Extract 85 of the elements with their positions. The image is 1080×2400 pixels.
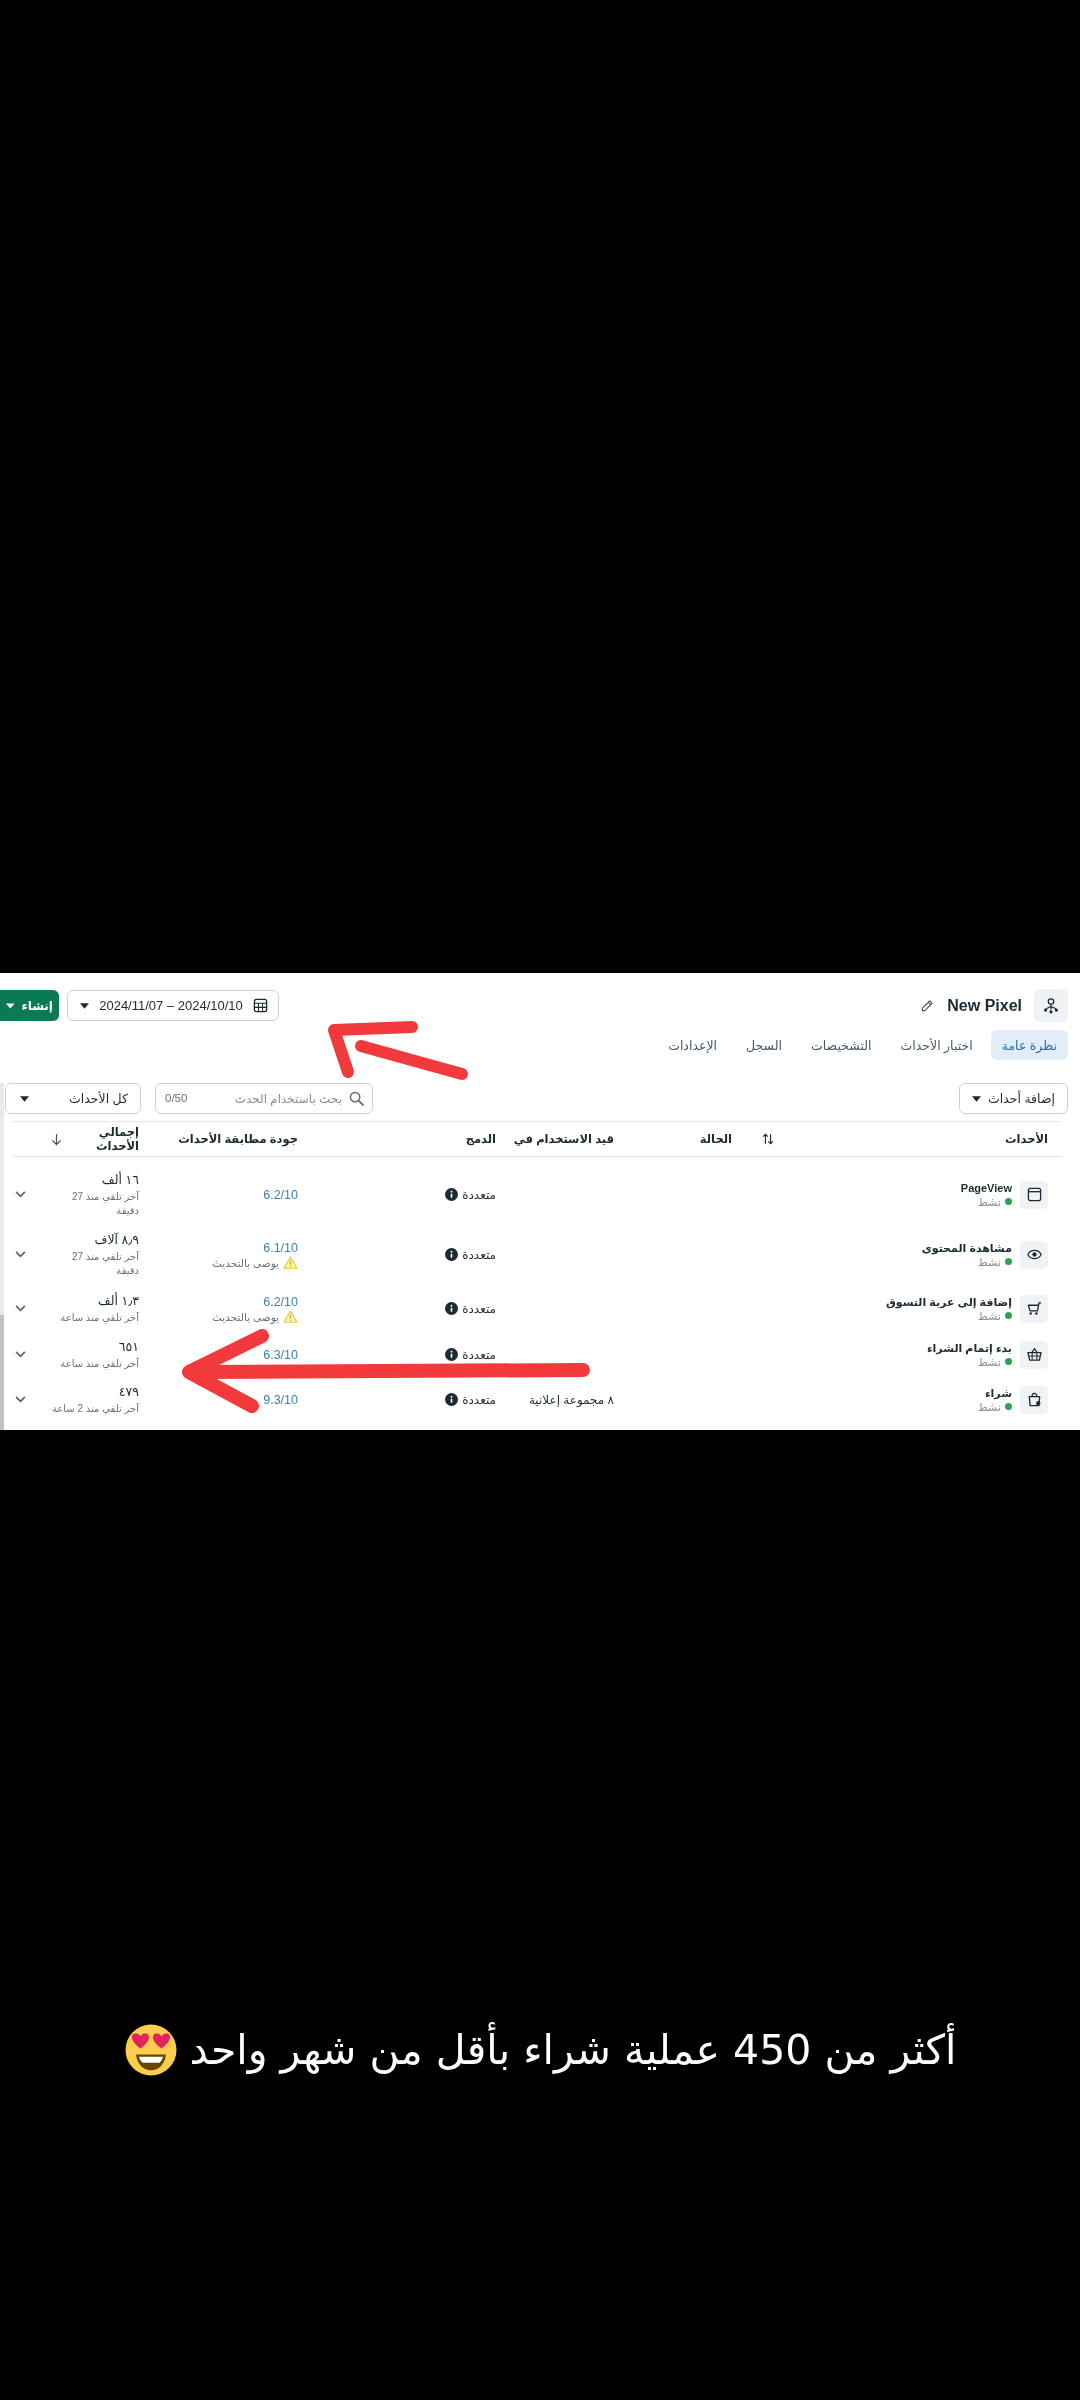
status-dot-icon: [1005, 1312, 1012, 1319]
column-header: قيد الاستخدام في: [513, 1132, 614, 1146]
event-total: ١٫٣ ألف: [97, 1292, 139, 1309]
match-quality-score[interactable]: 6.2/10: [263, 1186, 298, 1203]
event-name[interactable]: PageView: [960, 1180, 1012, 1195]
column-header: الأحداث: [1005, 1132, 1048, 1146]
column-header: إجمالي الأحداث: [95, 1125, 139, 1153]
merge-value: متعددة: [462, 1346, 496, 1363]
status-dot-icon: [1005, 1258, 1012, 1265]
browser-window-icon: [1020, 1180, 1048, 1209]
tab[interactable]: السجل: [735, 1030, 793, 1060]
column-header: جودة مطابقة الأحداث: [178, 1132, 298, 1146]
chevron-down-icon[interactable]: [15, 1396, 26, 1403]
status-label: نشط: [977, 1400, 1001, 1414]
tab[interactable]: التشخيصات: [800, 1030, 883, 1060]
character-counter: 0/50: [165, 1091, 188, 1106]
merge-value: متعددة: [462, 1391, 496, 1408]
tab[interactable]: نظرة عامة: [990, 1030, 1068, 1060]
tab[interactable]: اختبار الأحداث: [889, 1030, 984, 1060]
last-received-text: آخر تلقي منذ 2 ساعة: [51, 1401, 139, 1416]
column-header: الدمج: [465, 1132, 496, 1146]
info-icon[interactable]: [445, 1302, 459, 1315]
status-label: نشط: [977, 1254, 1001, 1269]
status-dot-icon: [1005, 1403, 1012, 1410]
event-total: ٨٫٩ آلاف: [94, 1231, 139, 1248]
recommendation-text: يوصى بالتحديث: [212, 1255, 279, 1270]
info-icon[interactable]: [445, 1348, 459, 1361]
merge-value: متعددة: [462, 1246, 496, 1263]
event-name[interactable]: شراء: [984, 1385, 1012, 1400]
merge-value: متعددة: [462, 1186, 496, 1203]
search-icon: [349, 1091, 364, 1106]
event-name[interactable]: إضافة إلى عربة التسوق: [885, 1294, 1012, 1309]
pixel-title: New Pixel: [947, 996, 1022, 1015]
event-name[interactable]: مشاهدة المحتوى: [921, 1240, 1012, 1255]
caret-icon: [20, 1095, 29, 1102]
event-total: ١٦ ألف: [101, 1171, 139, 1188]
status-dot-icon: [1005, 1358, 1012, 1365]
scrollbar-thumb[interactable]: [0, 1315, 4, 1430]
heart-eyes-emoji-icon: [123, 2023, 178, 2077]
warning-icon: [283, 1256, 298, 1269]
caret-icon: [80, 1002, 89, 1009]
chevron-down-icon[interactable]: [15, 1305, 26, 1312]
info-icon[interactable]: [445, 1188, 459, 1201]
last-received-text: آخر تلقي منذ ساعة: [60, 1310, 139, 1325]
info-icon[interactable]: [445, 1393, 459, 1406]
shopping-bag-icon: [1020, 1385, 1048, 1414]
last-received-text: آخر تلقي منذ 27 دقيقة: [70, 1189, 139, 1218]
shopping-cart-icon: [1020, 1294, 1048, 1323]
status-label: نشط: [977, 1194, 1001, 1209]
match-quality-score[interactable]: 6.2/10: [263, 1293, 298, 1310]
status-label: نشط: [977, 1355, 1001, 1369]
status-label: نشط: [977, 1309, 1001, 1323]
match-quality-score[interactable]: 6.1/10: [263, 1239, 298, 1256]
merge-value: متعددة: [462, 1300, 496, 1317]
chevron-down-icon[interactable]: [15, 1251, 26, 1258]
recommendation-text: يوصى بالتحديث: [212, 1309, 279, 1324]
events-filter-dropdown[interactable]: كل الأحداث: [5, 1083, 141, 1114]
chevron-down-icon[interactable]: [15, 1191, 26, 1198]
last-received-text: آخر تلقي منذ ساعة: [60, 1356, 139, 1371]
caret-icon: [972, 1095, 981, 1102]
date-range-picker[interactable]: 2024/11/07 – 2024/10/10: [67, 990, 279, 1021]
pencil-icon[interactable]: [920, 998, 935, 1013]
info-icon[interactable]: [445, 1248, 459, 1261]
sort-icon[interactable]: [762, 1133, 774, 1145]
basket-icon: [1020, 1340, 1048, 1369]
event-total: ٤٧٩: [118, 1383, 139, 1400]
sort-descending-icon[interactable]: [51, 1132, 62, 1146]
calendar-icon: [253, 998, 268, 1013]
last-received-text: آخر تلقي منذ 27 دقيقة: [70, 1249, 139, 1278]
event-total: ٦٥١: [118, 1338, 139, 1355]
add-events-dropdown[interactable]: إضافة أحداث: [959, 1083, 1068, 1114]
nodes-icon: [1034, 989, 1068, 1022]
warning-icon: [283, 1310, 298, 1323]
column-header: الحالة: [699, 1132, 732, 1146]
event-name[interactable]: بدء إتمام الشراء: [926, 1340, 1012, 1355]
eye-icon: [1020, 1240, 1048, 1269]
in-use-text: ٨ مجموعة إعلانية: [528, 1391, 614, 1408]
chevron-down-icon[interactable]: [15, 1351, 26, 1358]
tab[interactable]: الإعدادات: [657, 1030, 729, 1060]
status-dot-icon: [1005, 1198, 1012, 1205]
caption-text: أكثر من 450 عملية شراء بأقل من شهر واحد: [189, 2022, 957, 2078]
match-quality-score[interactable]: 6.3/10: [263, 1346, 298, 1363]
caret-icon: [6, 1002, 15, 1009]
create-button[interactable]: إنشاء: [0, 990, 59, 1021]
match-quality-score[interactable]: 9.3/10: [263, 1391, 298, 1408]
